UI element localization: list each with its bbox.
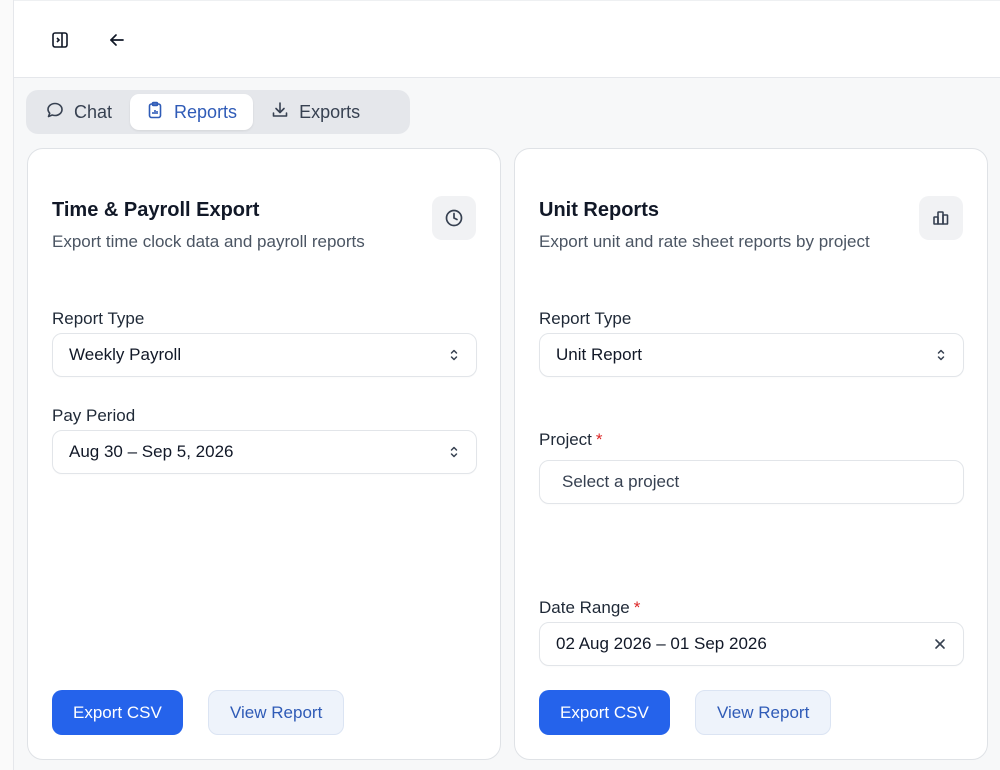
tab-reports[interactable]: Reports bbox=[130, 94, 254, 130]
clear-x-icon[interactable] bbox=[933, 637, 947, 651]
required-asterisk: * bbox=[595, 430, 603, 449]
report-type-value: Unit Report bbox=[556, 345, 642, 364]
tab-exports[interactable]: Exports bbox=[255, 94, 376, 130]
payroll-export-card: Time & Payroll Export Export time clock … bbox=[27, 148, 501, 760]
date-range-picker[interactable]: 02 Aug 2026 – 01 Sep 2026 bbox=[539, 622, 964, 666]
export-csv-button[interactable]: Export CSV bbox=[539, 690, 670, 735]
sidebar-toggle-icon[interactable] bbox=[46, 26, 74, 54]
bar-chart-icon bbox=[919, 196, 963, 240]
report-type-select[interactable]: Unit Report bbox=[539, 333, 964, 377]
chevron-up-down-icon bbox=[448, 347, 460, 363]
project-label-text: Project bbox=[539, 430, 592, 449]
back-arrow-icon[interactable] bbox=[103, 26, 131, 54]
date-range-label-text: Date Range bbox=[539, 598, 630, 617]
left-rail bbox=[0, 0, 14, 770]
project-label: Project * bbox=[539, 430, 603, 450]
chevron-up-down-icon bbox=[935, 347, 947, 363]
tab-chat[interactable]: Chat bbox=[30, 94, 128, 130]
clipboard-icon bbox=[146, 101, 164, 124]
main-content: Chat Reports Exports Time & Payroll Expo… bbox=[14, 78, 1000, 770]
top-bar bbox=[14, 0, 1000, 78]
card-title: Time & Payroll Export bbox=[52, 199, 260, 221]
chevron-up-down-icon bbox=[448, 444, 460, 460]
tab-reports-label: Reports bbox=[174, 101, 238, 122]
date-range-value: 02 Aug 2026 – 01 Sep 2026 bbox=[556, 634, 767, 653]
card-title: Unit Reports bbox=[539, 199, 659, 221]
card-subtitle: Export unit and rate sheet reports by pr… bbox=[539, 232, 870, 251]
tab-exports-label: Exports bbox=[299, 101, 361, 122]
download-icon bbox=[271, 101, 289, 124]
report-type-label: Report Type bbox=[539, 309, 632, 328]
view-tabs: Chat Reports Exports bbox=[26, 90, 410, 134]
view-report-button[interactable]: View Report bbox=[695, 690, 832, 735]
card-subtitle: Export time clock data and payroll repor… bbox=[52, 232, 365, 251]
pay-period-value: Aug 30 – Sep 5, 2026 bbox=[69, 442, 234, 461]
tab-chat-label: Chat bbox=[74, 101, 113, 122]
chat-bubble-icon bbox=[46, 101, 64, 124]
required-asterisk: * bbox=[633, 598, 641, 617]
pay-period-select[interactable]: Aug 30 – Sep 5, 2026 bbox=[52, 430, 477, 474]
pay-period-label: Pay Period bbox=[52, 406, 136, 425]
report-type-label: Report Type bbox=[52, 309, 145, 328]
clock-icon bbox=[432, 196, 476, 240]
report-type-select[interactable]: Weekly Payroll bbox=[52, 333, 477, 377]
date-range-label: Date Range * bbox=[539, 598, 640, 618]
project-placeholder: Select a project bbox=[562, 472, 680, 491]
view-report-button[interactable]: View Report bbox=[208, 690, 345, 735]
unit-reports-card: Unit Reports Export unit and rate sheet … bbox=[514, 148, 988, 760]
project-select[interactable]: Select a project bbox=[539, 460, 964, 504]
export-csv-button[interactable]: Export CSV bbox=[52, 690, 183, 735]
report-type-value: Weekly Payroll bbox=[69, 345, 182, 364]
